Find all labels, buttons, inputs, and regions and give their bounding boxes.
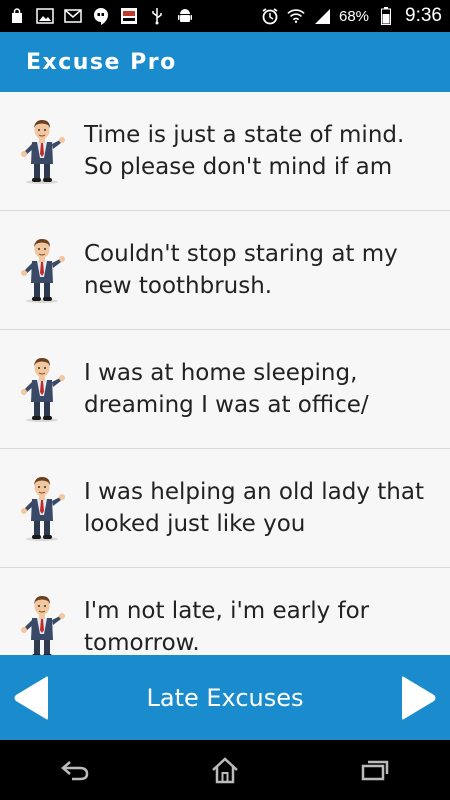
recents-icon [361, 760, 389, 781]
status-bar: 68% 9:36 [0, 0, 450, 32]
battery-icon [377, 7, 395, 25]
wifi-icon [287, 7, 305, 25]
recents-button[interactable] [345, 740, 405, 800]
bag-icon [8, 7, 26, 25]
system-navigation-bar [0, 740, 450, 800]
excuse-text: Couldn't stop staring at my new toothbru… [84, 241, 398, 299]
back-icon [61, 761, 89, 781]
excuse-list[interactable]: Time is just a state of mind. So please … [0, 92, 450, 655]
back-button[interactable] [45, 740, 105, 800]
list-item[interactable]: Time is just a state of mind. So please … [0, 92, 450, 211]
image-icon [36, 7, 54, 25]
businessman-avatar-icon [16, 594, 68, 655]
clock: 9:36 [405, 5, 442, 26]
gmail-icon [64, 7, 82, 25]
android-icon [176, 7, 194, 25]
businessman-avatar-icon [16, 475, 68, 541]
notification-icons [8, 7, 261, 25]
alarm-icon [261, 7, 279, 25]
home-button[interactable] [195, 740, 255, 800]
list-item[interactable]: I was at home sleeping, dreaming I was a… [0, 330, 450, 449]
businessman-avatar-icon [16, 356, 68, 422]
next-category-button[interactable] [390, 655, 450, 740]
businessman-avatar-icon [16, 118, 68, 184]
system-status: 68% 9:36 [261, 5, 442, 27]
previous-category-button[interactable] [0, 655, 60, 740]
category-label: Late Excuses [146, 683, 304, 712]
signal-icon [313, 7, 331, 25]
usb-icon [148, 7, 166, 25]
app-title: Excuse Pro [26, 49, 177, 75]
list-item[interactable]: Couldn't stop staring at my new toothbru… [0, 211, 450, 330]
hangouts-icon [92, 7, 110, 25]
arrow-left-icon [14, 675, 48, 720]
battery-percent: 68% [338, 7, 370, 25]
list-item[interactable]: I was helping an old lady that looked ju… [0, 449, 450, 568]
list-item[interactable]: I'm not late, i'm early for tomorrow. [0, 568, 450, 655]
businessman-avatar-icon [16, 237, 68, 303]
home-icon [212, 757, 238, 784]
excuse-text: I was helping an old lady that looked ju… [84, 479, 424, 537]
category-bar: Late Excuses [0, 655, 450, 740]
excuse-text: I was at home sleeping, dreaming I was a… [84, 360, 369, 418]
excuse-text: Time is just a state of mind. So please … [84, 122, 405, 180]
excuse-text: I'm not late, i'm early for tomorrow. [84, 598, 370, 655]
arrow-right-icon [401, 675, 436, 720]
sony-tv-icon [120, 7, 138, 25]
app-bar: Excuse Pro [0, 32, 450, 92]
